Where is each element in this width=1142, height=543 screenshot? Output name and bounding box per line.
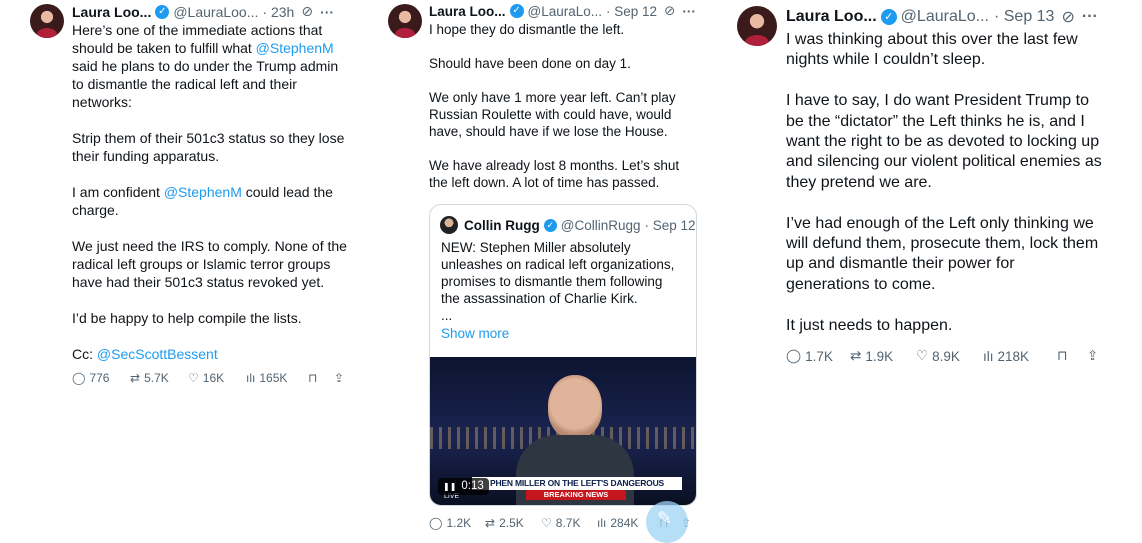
more-options-icon[interactable]: ··· [682,4,696,19]
tweet-timestamp[interactable]: · 23h [262,4,294,20]
like-count: 8.9K [932,348,960,364]
reply-icon: ◯ [786,348,802,363]
share-button[interactable]: ⇪ [334,371,344,385]
author-avatar[interactable] [737,6,777,46]
tweet-text-part: could lead the charge. We just need the … [72,184,347,362]
tweet-text: Here’s one of the immediate actions that… [72,21,362,363]
reply-icon: ◯ [429,516,443,530]
mention-link[interactable]: @SecScottBessent [97,346,218,362]
repost-count: 1.9K [865,348,894,364]
share-icon: ⇪ [1087,348,1099,363]
video-player[interactable]: PHEN MILLER ON THE LEFT'S DANGEROUS RHET… [430,357,696,505]
quoted-tweet-card[interactable]: Collin Rugg ✓ @CollinRugg · Sep 12 NEW: … [429,204,697,506]
repost-count: 2.5K [499,516,524,530]
like-count: 8.7K [555,516,581,530]
repost-icon: ⇄ [850,348,862,363]
quoted-timestamp: · Sep 12 [644,217,696,233]
reply-count: 1.2K [446,516,472,530]
repost-count: 5.7K [144,371,169,385]
author-avatar[interactable] [388,4,422,38]
repost-icon: ⇄ [130,371,141,385]
tweet-header: Laura Loo... ✓ @LauraLo... · Sep 13 ⊘ ··… [786,7,1098,27]
author-name[interactable]: Laura Loo... [72,4,151,20]
reply-button[interactable]: ◯ 1.7K [786,348,850,364]
grok-icon[interactable]: ⊘ [301,3,313,20]
like-icon: ♡ [541,516,552,530]
bookmark-button[interactable]: ⊓ [308,371,334,385]
views-count: 218K [997,348,1030,364]
grok-icon[interactable]: ⊘ [1061,7,1074,27]
reply-count: 1.7K [805,348,833,364]
compose-icon: ✎ [657,508,673,528]
tweet-header: Laura Loo... ✓ @LauraLo... · Sep 12 ⊘ ··… [429,3,696,19]
tweet-actions: ◯ 776 ⇄ 5.7K ♡ 16K ılı 165K ⊓ ⇪ [72,371,344,385]
reply-button[interactable]: ◯ 776 [72,371,130,385]
video-subject [548,375,602,439]
bookmark-button[interactable]: ⊓ [1057,348,1087,364]
mention-link[interactable]: @StephenM [164,184,242,200]
tweet-text-part: said he plans to do under the Trump admi… [72,58,345,200]
verified-badge-icon: ✓ [155,4,170,19]
show-more-link[interactable]: Show more [441,326,509,341]
like-button[interactable]: ♡ 8.7K [541,516,597,530]
views-count: 284K [610,516,639,530]
tweet-text: I hope they do dismantle the left. Shoul… [429,22,680,190]
bookmark-icon: ⊓ [1057,348,1068,363]
tweet-timestamp[interactable]: · Sep 12 [606,4,657,19]
bookmark-icon: ⊓ [308,371,318,385]
video-timer[interactable]: ❚❚ 0:13 [438,478,489,495]
quoted-tweet-header: Collin Rugg ✓ @CollinRugg · Sep 12 [440,216,696,234]
quoted-author-avatar [440,216,458,234]
like-button[interactable]: ♡ 8.9K [916,348,983,364]
quoted-tweet-text: NEW: Stephen Miller absolutely unleashes… [441,240,675,323]
reply-icon: ◯ [72,371,86,385]
mention-link[interactable]: @StephenM [256,40,334,56]
author-avatar[interactable] [30,4,64,38]
pause-icon[interactable]: ❚❚ [443,478,456,495]
author-name[interactable]: Laura Loo... [786,8,877,26]
grok-icon[interactable]: ⊘ [664,3,675,19]
author-name[interactable]: Laura Loo... [429,4,506,19]
views-icon: ılı [597,516,607,530]
reply-button[interactable]: ◯ 1.2K [429,516,485,530]
breaking-news-bar: BREAKING NEWS [526,490,626,500]
like-count: 16K [202,371,225,385]
quoted-author-name: Collin Rugg [464,217,540,233]
like-button[interactable]: ♡ 16K [188,371,246,385]
repost-button[interactable]: ⇄ 5.7K [130,371,188,385]
tweet-header: Laura Loo... ✓ @LauraLoo... · 23h ⊘ ··· [72,3,334,20]
verified-badge-icon: ✓ [509,4,524,18]
like-icon: ♡ [916,348,929,363]
share-button[interactable]: ⇪ [1087,348,1098,364]
share-icon: ⇪ [334,371,345,385]
tweet-actions: ◯ 1.7K ⇄ 1.9K ♡ 8.9K ılı 218K ⊓ ⇪ [786,348,1098,364]
quoted-author-handle: @CollinRugg [560,217,641,233]
verified-badge-icon: ✓ [543,218,557,232]
more-options-icon[interactable]: ··· [1082,8,1098,26]
author-handle[interactable]: @LauraLoo... [173,4,258,20]
repost-button[interactable]: ⇄ 2.5K [485,516,541,530]
more-options-icon[interactable]: ··· [320,4,334,20]
tweet-text: I was thinking about this over the last … [786,31,1102,334]
author-handle[interactable]: @LauraLo... [901,8,989,26]
views-button[interactable]: ılı 218K [983,349,1057,364]
like-icon: ♡ [188,371,199,385]
author-handle[interactable]: @LauraLo... [528,4,603,19]
views-button[interactable]: ılı 165K [246,371,308,385]
views-icon: ılı [983,348,994,364]
views-count: 165K [259,371,288,385]
reply-count: 776 [89,371,110,385]
repost-button[interactable]: ⇄ 1.9K [850,348,916,364]
video-time: 0:13 [461,480,484,492]
verified-badge-icon: ✓ [880,9,897,25]
views-icon: ılı [246,371,256,385]
news-chyron: PHEN MILLER ON THE LEFT'S DANGEROUS RHET… [472,477,682,501]
tweet-timestamp[interactable]: · Sep 13 [994,8,1054,26]
repost-icon: ⇄ [485,516,496,530]
